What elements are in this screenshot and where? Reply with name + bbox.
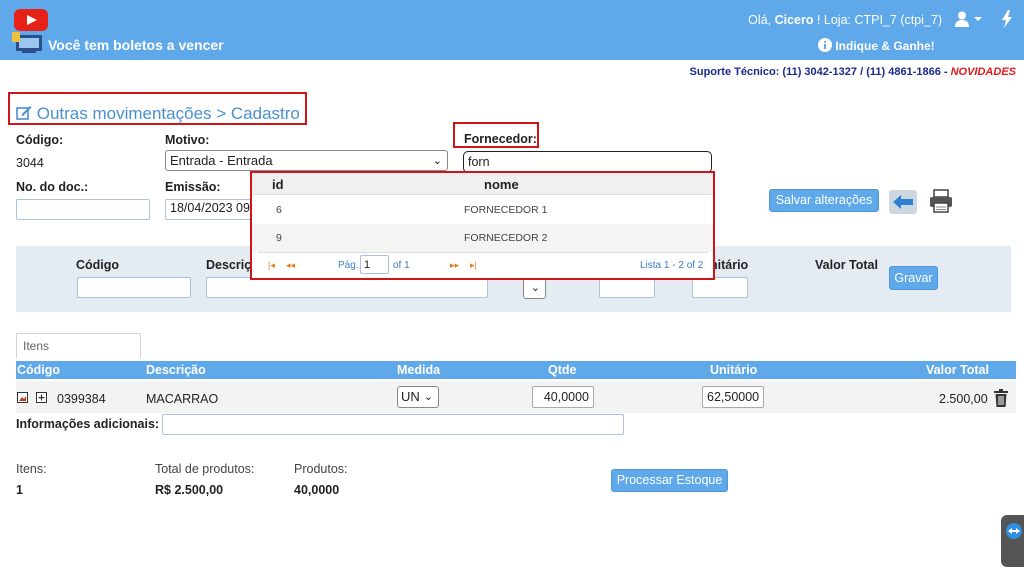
support-phones: Suporte Técnico: (11) 3042-1327 / (11) 4… xyxy=(689,66,951,78)
youtube-icon[interactable] xyxy=(14,9,48,31)
lista-count-label: Lista 1 - 2 of 2 xyxy=(640,260,704,271)
chevron-down-icon xyxy=(974,17,982,21)
bolt-icon[interactable] xyxy=(1001,10,1013,28)
motivo-label: Motivo: xyxy=(165,133,210,147)
entry-codigo-input[interactable] xyxy=(77,277,191,298)
fornecedor-label: Fornecedor: xyxy=(464,132,537,146)
summary-produtos-value: 40,0000 xyxy=(294,483,340,497)
emissao-label: Emissão: xyxy=(165,180,221,194)
page-title-text: Outras movimentações > Cadastro xyxy=(36,104,300,123)
indique-link[interactable]: Indique & Ganhe! xyxy=(818,38,935,53)
col-codigo: Código xyxy=(17,363,61,377)
summary-total-value: R$ 2.500,00 xyxy=(155,483,224,497)
row-codigo: 0399384 xyxy=(57,392,106,406)
boleto-warning-text[interactable]: Você tem boletos a vencer xyxy=(48,37,224,53)
col-qtde: Qtde xyxy=(548,363,577,377)
col-id-header[interactable]: id xyxy=(272,177,284,192)
row-qtde-input[interactable] xyxy=(532,386,594,408)
dropdown-pager: |◂ ◂◂ Pág. of 1 ▸▸ ▸| Lista 1 - 2 of 2 xyxy=(258,252,708,276)
chevron-down-icon: ⌄ xyxy=(432,155,442,167)
user-name: Cicero xyxy=(774,13,814,27)
row-id: 9 xyxy=(276,232,282,244)
greeting: Olá, Cicero ! Loja: CTPI_7 (ctpi_7) xyxy=(700,13,942,27)
no-doc-input[interactable] xyxy=(16,199,150,220)
summary-total-label: Total de produtos: xyxy=(155,462,255,476)
no-doc-label: No. do doc.: xyxy=(16,180,89,194)
info-icon xyxy=(818,38,832,52)
last-page-icon[interactable]: ▸| xyxy=(470,260,477,271)
trash-icon[interactable] xyxy=(993,389,1009,407)
greeting-prefix: Olá, xyxy=(748,13,775,27)
gravar-button[interactable]: Gravar xyxy=(889,266,938,290)
prev-page-icon[interactable]: ◂◂ xyxy=(286,260,295,271)
codigo-label: Código: xyxy=(16,133,64,147)
table-row: 0399384 MACARRAO UN ⌄ 2.500,00 xyxy=(16,381,1016,413)
entry-medida-select[interactable]: ⌄ xyxy=(523,277,546,299)
row-id: 6 xyxy=(276,204,282,216)
next-page-icon[interactable]: ▸▸ xyxy=(450,260,459,271)
entry-codigo-label: Código xyxy=(76,258,120,272)
col-descricao: Descrição xyxy=(146,363,206,377)
indique-label: Indique & Ganhe! xyxy=(835,39,935,53)
back-arrow-button[interactable] xyxy=(889,190,917,214)
entry-valor-total-label: Valor Total xyxy=(815,258,878,272)
arrow-left-icon xyxy=(893,195,913,209)
edit-icon xyxy=(16,106,32,120)
entry-descricao-label: Descriç xyxy=(206,258,252,272)
pag-label: Pág. xyxy=(338,260,359,271)
info-adicionais-label: Informações adicionais: xyxy=(16,417,160,431)
codigo-value: 3044 xyxy=(16,156,44,170)
expand-plus-icon[interactable] xyxy=(36,392,47,403)
motivo-select[interactable]: Entrada - Entrada ⌄ xyxy=(165,150,448,171)
row-nome: FORNECEDOR 1 xyxy=(464,204,548,216)
chevron-down-icon: ⌄ xyxy=(423,391,433,403)
summary-itens-label: Itens: xyxy=(16,462,47,476)
info-adicionais-input[interactable] xyxy=(162,414,624,435)
motivo-selected: Entrada - Entrada xyxy=(170,153,273,168)
user-icon[interactable] xyxy=(954,11,982,27)
dropdown-row[interactable]: 9 FORNECEDOR 2 xyxy=(252,224,713,252)
first-page-icon[interactable]: |◂ xyxy=(268,260,275,271)
support-line: Suporte Técnico: (11) 3042-1327 / (11) 4… xyxy=(560,66,1016,78)
image-icon[interactable] xyxy=(17,392,28,403)
row-nome: FORNECEDOR 2 xyxy=(464,232,548,244)
of-pages-label: of 1 xyxy=(393,260,410,271)
entry-unitario-input[interactable] xyxy=(692,277,748,298)
emissao-input[interactable]: 18/04/2023 09 xyxy=(165,199,255,220)
col-unitario: Unitário xyxy=(710,363,758,377)
page-number-input[interactable] xyxy=(360,255,389,274)
dropdown-header: id nome xyxy=(252,173,713,195)
chevron-down-icon: ⌄ xyxy=(530,282,540,294)
fornecedor-input[interactable] xyxy=(463,151,712,173)
row-medida-value: UN xyxy=(401,389,420,404)
processar-estoque-button[interactable]: Processar Estoque xyxy=(611,469,728,492)
salvar-button[interactable]: Salvar alterações xyxy=(769,189,879,212)
printer-icon[interactable] xyxy=(928,188,954,214)
items-table-header: Código Descrição Medida Qtde Unitário Va… xyxy=(16,361,1016,379)
teamviewer-tab[interactable] xyxy=(1001,515,1024,567)
fornecedor-autocomplete-dropdown: id nome 6 FORNECEDOR 1 9 FORNECEDOR 2 |◂… xyxy=(250,171,715,280)
col-nome-header[interactable]: nome xyxy=(484,177,519,192)
tab-itens[interactable]: Itens xyxy=(16,333,141,358)
entry-qtde-input[interactable] xyxy=(599,277,655,298)
col-medida: Medida xyxy=(397,363,441,377)
entry-descricao-input[interactable] xyxy=(206,277,488,298)
novidades-link[interactable]: NOVIDADES xyxy=(951,66,1016,78)
greeting-suffix: ! Loja: CTPI_7 (ctpi_7) xyxy=(813,13,942,27)
summary-produtos-label: Produtos: xyxy=(294,462,348,476)
row-medida-select[interactable]: UN ⌄ xyxy=(397,386,439,408)
emissao-value: 18/04/2023 09 xyxy=(170,201,250,215)
page-title: Outras movimentações > Cadastro xyxy=(16,104,300,124)
row-valor-total: 2.500,00 xyxy=(939,392,988,406)
boleto-icon[interactable] xyxy=(10,32,44,54)
top-header: Você tem boletos a vencer Olá, Cicero ! … xyxy=(0,0,1024,60)
dropdown-row[interactable]: 6 FORNECEDOR 1 xyxy=(252,196,713,224)
summary-itens-value: 1 xyxy=(16,483,23,497)
entry-unitario-label: nitário xyxy=(710,258,749,272)
row-unitario-input[interactable] xyxy=(702,386,764,408)
teamviewer-icon xyxy=(1006,523,1022,539)
col-valor-total: Valor Total xyxy=(926,363,989,377)
row-descricao: MACARRAO xyxy=(146,392,219,406)
